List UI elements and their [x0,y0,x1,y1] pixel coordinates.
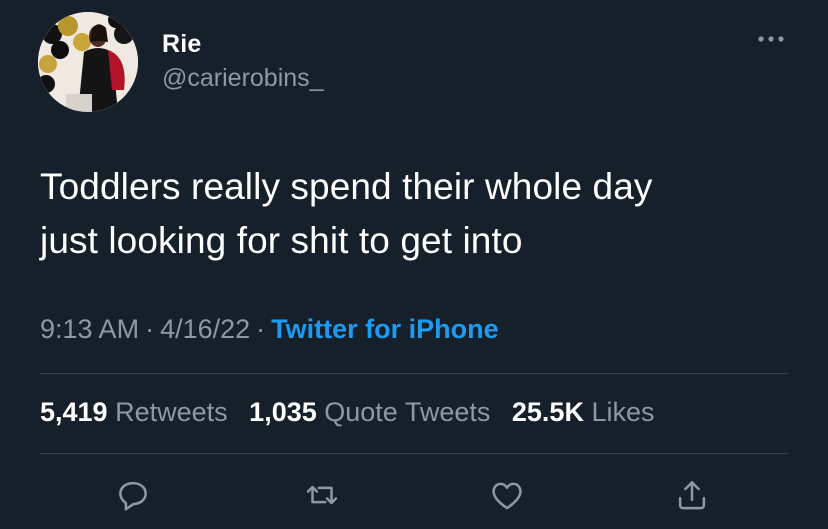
avatar[interactable] [38,12,138,112]
tweet-text-line: just looking for shit to get into [40,220,523,261]
more-icon [758,36,784,42]
quote-tweets-stat[interactable]: 1,035 Quote Tweets [249,397,490,427]
likes-count: 25.5K [511,397,584,427]
retweets-count: 5,419 [40,397,108,427]
divider [40,373,788,374]
quote-tweets-label: Quote Tweets [324,397,491,427]
retweets-stat[interactable]: 5,419 Retweets [40,397,228,427]
tweet-card: Rie @carierobins_ Toddlers really spend … [0,0,828,529]
tweet-meta: 9:13 AM · 4/16/22 · Twitter for iPhone [40,314,499,345]
retweet-button[interactable] [297,470,347,520]
tweet-text: Toddlers really spend their whole day ju… [40,160,800,268]
reply-icon [119,481,147,511]
quote-tweets-count: 1,035 [249,397,317,427]
reply-button[interactable] [108,470,158,520]
meta-separator: · [256,314,266,344]
tweet-source-link[interactable]: Twitter for iPhone [271,314,499,344]
retweet-icon [306,485,338,505]
user-handle[interactable]: @carierobins_ [162,64,324,93]
more-options-button[interactable] [752,24,790,54]
divider [40,453,788,454]
tweet-date[interactable]: 4/16/22 [160,314,250,344]
tweet-stats: 5,419 Retweets 1,035 Quote Tweets 25.5K … [40,397,669,428]
share-icon [678,481,706,510]
tweet-actions [0,470,828,520]
likes-stat[interactable]: 25.5K Likes [512,397,655,427]
likes-label: Likes [591,397,655,427]
tweet-text-line: Toddlers really spend their whole day [40,166,653,207]
share-button[interactable] [667,470,717,520]
avatar-image [38,12,138,112]
like-button[interactable] [482,470,532,520]
meta-separator: · [145,314,155,344]
tweet-time[interactable]: 9:13 AM [40,314,139,344]
like-icon [492,482,522,510]
user-name[interactable]: Rie [162,30,202,59]
retweets-label: Retweets [115,397,228,427]
